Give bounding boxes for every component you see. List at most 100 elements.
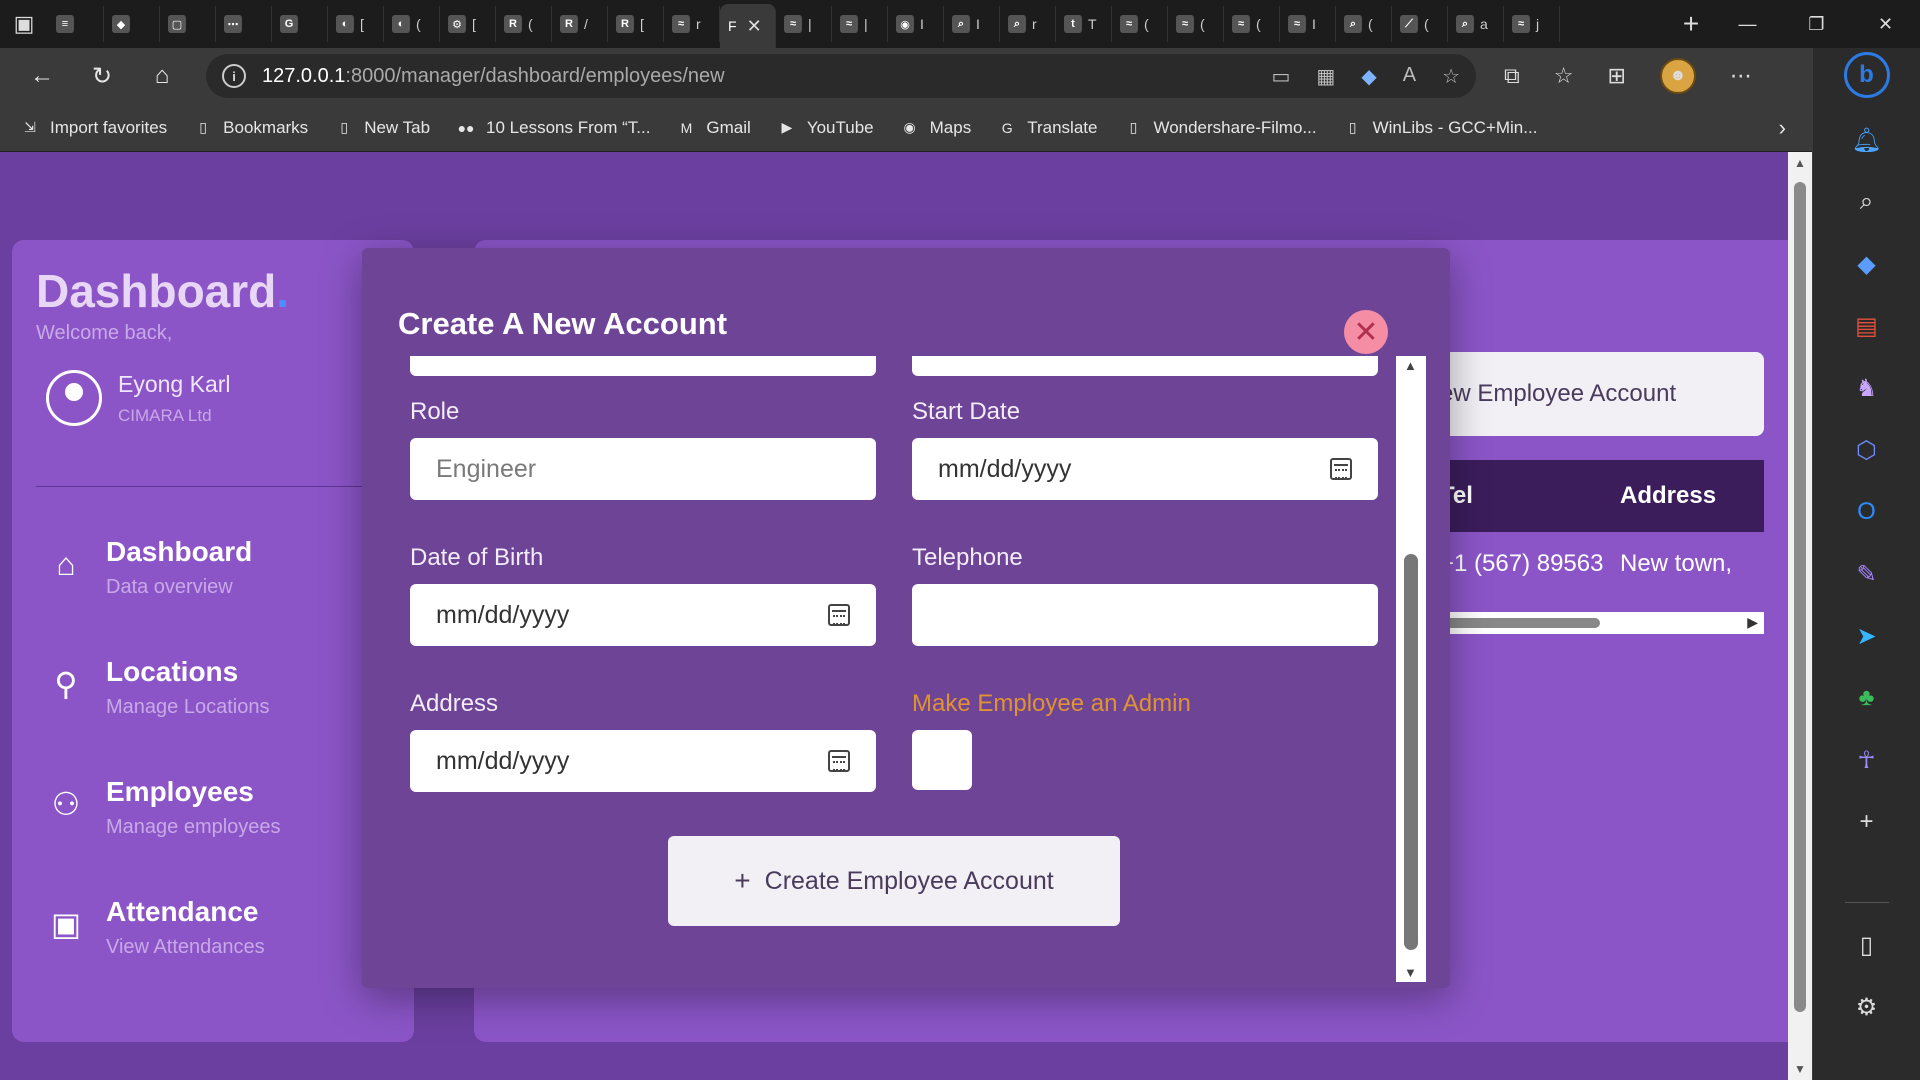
dob-input[interactable]: mm/dd/yyyy bbox=[410, 584, 876, 646]
table-scroll-thumb[interactable] bbox=[1440, 618, 1600, 628]
minimize-button[interactable]: — bbox=[1713, 0, 1782, 48]
meditation-icon[interactable]: ☥ bbox=[1847, 740, 1887, 780]
bookmark-item[interactable]: ▯ Bookmarks bbox=[193, 118, 308, 138]
page-scrollbar[interactable]: ▲ ▼ bbox=[1788, 152, 1812, 1080]
calendar-picker-icon[interactable] bbox=[1330, 458, 1352, 480]
collections-icon[interactable]: ⊞ bbox=[1607, 63, 1625, 89]
toolbox-icon[interactable]: ▤ bbox=[1847, 306, 1887, 346]
refresh-button[interactable]: ↻ bbox=[72, 48, 132, 104]
workspaces-icon[interactable]: ▣ bbox=[0, 0, 48, 48]
more-bookmarks-chevron-icon[interactable]: › bbox=[1779, 115, 1786, 141]
bing-copilot-icon[interactable]: b bbox=[1843, 52, 1890, 98]
nav-item-dashboard[interactable]: ⌂ Dashboard Data overview bbox=[46, 536, 281, 656]
tab[interactable]: ⟋( bbox=[1392, 6, 1448, 42]
new-tab-button[interactable]: + bbox=[1669, 2, 1713, 46]
tab[interactable]: ⌕ I bbox=[944, 6, 1000, 42]
scroll-right-arrow-icon[interactable]: ▶ bbox=[1747, 614, 1758, 631]
bookmark-item[interactable]: ⇲ Import favorites bbox=[20, 118, 167, 138]
bookmark-item[interactable]: ▯ New Tab bbox=[334, 118, 430, 138]
bookmark-item[interactable]: ▯ Wondershare-Filmo... bbox=[1123, 118, 1317, 138]
tree-icon[interactable]: ♣ bbox=[1847, 678, 1887, 718]
table-horizontal-scrollbar[interactable]: ▶ bbox=[1440, 612, 1764, 634]
tab[interactable]: ◐[ bbox=[328, 6, 384, 42]
tab[interactable]: R[ bbox=[608, 6, 664, 42]
admin-checkbox[interactable] bbox=[912, 730, 972, 790]
user-profile[interactable]: Eyong Karl CIMARA Ltd bbox=[46, 370, 231, 426]
add-favorite-icon[interactable]: ☆ bbox=[1442, 64, 1460, 89]
site-info-icon[interactable]: i bbox=[222, 64, 246, 88]
bookmark-item[interactable]: G Translate bbox=[997, 118, 1098, 138]
scroll-down-arrow-icon[interactable]: ▼ bbox=[1794, 1062, 1806, 1076]
tab[interactable]: ≈ j bbox=[1504, 6, 1560, 42]
outlook-icon[interactable]: O bbox=[1847, 492, 1887, 532]
calendar-picker-icon[interactable] bbox=[828, 604, 850, 626]
start-date-input[interactable]: mm/dd/yyyy bbox=[912, 438, 1378, 500]
coupon-icon[interactable]: ◆ bbox=[1361, 64, 1376, 89]
tab[interactable]: ≈ | bbox=[776, 6, 832, 42]
close-modal-button[interactable]: ✕ bbox=[1344, 310, 1388, 354]
bell-icon[interactable]: 🔔︎ bbox=[1847, 120, 1887, 160]
tab[interactable]: ≈ I bbox=[1280, 6, 1336, 42]
add-sidebar-app-icon[interactable]: + bbox=[1847, 802, 1887, 842]
restore-button[interactable]: ❐ bbox=[1782, 0, 1851, 48]
copilot-icon[interactable]: ⬡ bbox=[1847, 430, 1887, 470]
more-menu-icon[interactable]: ⋯ bbox=[1730, 63, 1752, 89]
tab[interactable]: ⌕ a bbox=[1448, 6, 1504, 42]
back-button[interactable]: ← bbox=[12, 48, 72, 104]
nav-item-employees[interactable]: ⚇ Employees Manage employees bbox=[46, 776, 281, 896]
bookmark-item[interactable]: ●● 10 Lessons From “T... bbox=[456, 118, 651, 138]
scroll-down-arrow-icon[interactable]: ▼ bbox=[1404, 965, 1417, 980]
tab[interactable]: ≈ r bbox=[664, 6, 720, 42]
page-scroll-thumb[interactable] bbox=[1794, 182, 1806, 1012]
scroll-up-arrow-icon[interactable]: ▲ bbox=[1794, 156, 1806, 170]
split-screen-icon[interactable]: ▯ bbox=[1847, 925, 1887, 965]
extensions-icon[interactable]: ⧉ bbox=[1504, 63, 1520, 89]
previous-field-input[interactable] bbox=[410, 356, 876, 376]
search-icon[interactable]: ⌕ bbox=[1847, 182, 1887, 222]
bookmark-item[interactable]: M Gmail bbox=[676, 118, 751, 138]
role-input[interactable]: Engineer bbox=[410, 438, 876, 500]
tab[interactable]: tT bbox=[1056, 6, 1112, 42]
app-available-icon[interactable]: ▭ bbox=[1272, 64, 1291, 89]
tab[interactable]: ≈ | bbox=[832, 6, 888, 42]
designer-icon[interactable]: ✎ bbox=[1847, 554, 1887, 594]
bookmark-item[interactable]: ◉ Maps bbox=[900, 118, 972, 138]
settings-gear-icon[interactable]: ⚙ bbox=[1847, 987, 1887, 1027]
shopping-tag-icon[interactable]: ◆ bbox=[1847, 244, 1887, 284]
close-window-button[interactable]: ✕ bbox=[1851, 0, 1920, 48]
tab[interactable]: R / bbox=[552, 6, 608, 42]
scroll-up-arrow-icon[interactable]: ▲ bbox=[1404, 358, 1417, 373]
bookmark-item[interactable]: ▶ YouTube bbox=[777, 118, 873, 138]
profile-avatar[interactable]: ☻ bbox=[1659, 58, 1696, 94]
tab[interactable]: R( bbox=[496, 6, 552, 42]
tab[interactable]: ◉ I bbox=[888, 6, 944, 42]
tab[interactable]: ◐( bbox=[384, 6, 440, 42]
tab[interactable]: ≈( bbox=[1168, 6, 1224, 42]
send-icon[interactable]: ➤ bbox=[1847, 616, 1887, 656]
home-button[interactable]: ⌂ bbox=[132, 48, 192, 104]
tab[interactable]: ◆ bbox=[104, 6, 160, 42]
create-employee-account-button[interactable]: + Create Employee Account bbox=[668, 836, 1120, 926]
grid-icon[interactable]: ▦ bbox=[1316, 64, 1335, 89]
tab[interactable]: ≈( bbox=[1112, 6, 1168, 42]
nav-item-attendance[interactable]: ▣ Attendance View Attendances bbox=[46, 896, 281, 1016]
modal-scrollbar[interactable]: ▲ ▼ bbox=[1396, 356, 1426, 982]
bookmark-item[interactable]: ▯ WinLibs - GCC+Min... bbox=[1343, 118, 1538, 138]
address-input[interactable]: mm/dd/yyyy bbox=[410, 730, 876, 792]
nav-item-locations[interactable]: ⚲ Locations Manage Locations bbox=[46, 656, 281, 776]
new-employee-button[interactable]: ew Employee Account bbox=[1440, 352, 1764, 436]
tab[interactable]: ⌕( bbox=[1336, 6, 1392, 42]
tab[interactable]: ⚙[ bbox=[440, 6, 496, 42]
tab[interactable]: G bbox=[272, 6, 328, 42]
tab-active[interactable]: F ✕ bbox=[720, 4, 776, 48]
calendar-picker-icon[interactable] bbox=[828, 750, 850, 772]
previous-field-input[interactable] bbox=[912, 356, 1378, 376]
games-icon[interactable]: ♞ bbox=[1847, 368, 1887, 408]
modal-scroll-thumb[interactable] bbox=[1404, 554, 1418, 950]
tab[interactable]: ⋯ bbox=[216, 6, 272, 42]
tab[interactable]: ⌕ r bbox=[1000, 6, 1056, 42]
close-tab-icon[interactable]: ✕ bbox=[747, 16, 762, 37]
read-aloud-icon[interactable]: A bbox=[1403, 64, 1416, 89]
tab[interactable]: ≈( bbox=[1224, 6, 1280, 42]
telephone-input[interactable] bbox=[912, 584, 1378, 646]
